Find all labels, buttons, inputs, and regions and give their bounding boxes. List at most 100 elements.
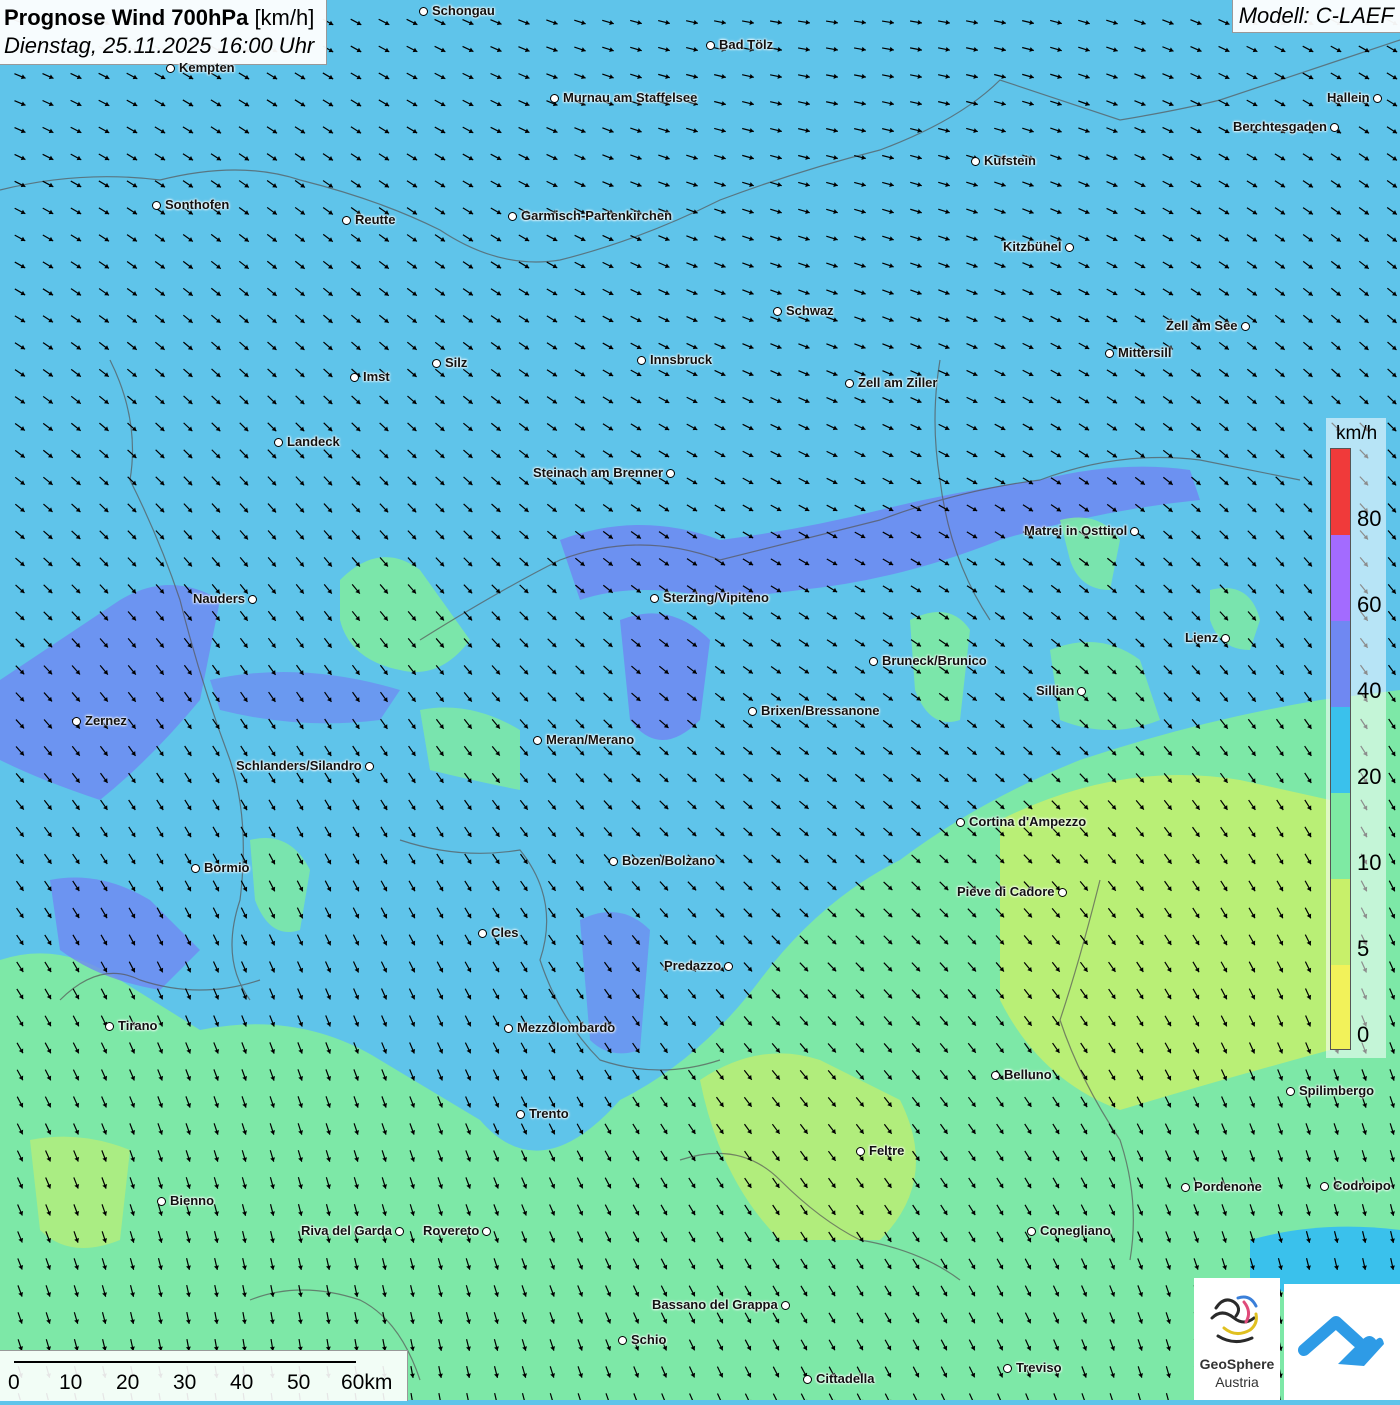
- model-label: Modell: C-LAEF: [1232, 0, 1400, 33]
- city-label-zernez: Zernez: [85, 713, 127, 728]
- legend-label-60: 60: [1357, 592, 1381, 618]
- title-unit: [km/h]: [254, 5, 314, 30]
- city-marker-zell-am-see: [1241, 322, 1250, 331]
- city-label-sterzing-vipiteno: Sterzing/Vipiteno: [663, 590, 769, 605]
- city-label-bad-t-lz: Bad Tölz: [719, 37, 773, 52]
- city-label-kitzb-hel: Kitzbühel: [1003, 239, 1062, 254]
- city-marker-mezzolombardo: [504, 1024, 513, 1033]
- mountain-cloud-icon: [1284, 1284, 1400, 1400]
- city-marker-garmisch-partenkirchen: [508, 212, 517, 221]
- city-marker-rovereto: [482, 1227, 491, 1236]
- city-label-brixen-bressanone: Brixen/Bressanone: [761, 703, 880, 718]
- title-main: Prognose Wind 700hPa: [4, 5, 248, 30]
- city-marker-sillian: [1077, 687, 1086, 696]
- city-label-bienno: Bienno: [170, 1193, 214, 1208]
- legend-band-40-60: [1331, 621, 1350, 707]
- city-label-schio: Schio: [631, 1332, 666, 1347]
- geosphere-austria-logo[interactable]: GeoSphere Austria: [1194, 1278, 1280, 1400]
- scale-label-10: 10: [59, 1371, 82, 1395]
- wind-speed-legend: km/h 80 60 40 20 10 5 0: [1326, 418, 1386, 1058]
- city-marker-conegliano: [1027, 1227, 1036, 1236]
- city-label-kempten: Kempten: [179, 60, 235, 75]
- city-label-hallein: Hallein: [1327, 90, 1370, 105]
- city-marker-pordenone: [1181, 1183, 1190, 1192]
- scale-bar: 0 10 20 30 40 50 60km: [0, 1350, 408, 1401]
- city-marker-imst: [350, 373, 359, 382]
- geosphere-country: Austria: [1194, 1374, 1280, 1390]
- map-title: Prognose Wind 700hPa [km/h] Dienstag, 25…: [0, 0, 327, 65]
- city-marker-steinach-am-brenner: [666, 469, 675, 478]
- city-label-mittersill: Mittersill: [1118, 345, 1171, 360]
- geosphere-emblem-icon: [1194, 1278, 1280, 1356]
- city-label-bassano-del-grappa: Bassano del Grappa: [652, 1297, 778, 1312]
- city-marker-trento: [516, 1110, 525, 1119]
- city-label-steinach-am-brenner: Steinach am Brenner: [533, 465, 663, 480]
- city-label-silz: Silz: [445, 355, 467, 370]
- city-marker-innsbruck: [637, 356, 646, 365]
- city-marker-cortina-d-ampezzo: [956, 818, 965, 827]
- scale-label-40: 40: [230, 1371, 253, 1395]
- city-label-bormio: Bormio: [204, 860, 250, 875]
- city-label-innsbruck: Innsbruck: [650, 352, 712, 367]
- legend-label-40: 40: [1357, 678, 1381, 704]
- city-marker-sterzing-vipiteno: [650, 594, 659, 603]
- scale-label-20: 20: [116, 1371, 139, 1395]
- city-label-rovereto: Rovereto: [423, 1223, 479, 1238]
- city-marker-cittadella: [803, 1375, 812, 1384]
- legend-label-80: 80: [1357, 506, 1381, 532]
- city-label-garmisch-partenkirchen: Garmisch-Partenkirchen: [521, 208, 672, 223]
- city-marker-feltre: [856, 1147, 865, 1156]
- legend-label-20: 20: [1357, 764, 1381, 790]
- city-label-trento: Trento: [529, 1106, 569, 1121]
- legend-label-5: 5: [1357, 936, 1369, 962]
- city-marker-zell-am-ziller: [845, 379, 854, 388]
- city-marker-sonthofen: [152, 201, 161, 210]
- city-label-predazzo: Predazzo: [664, 958, 721, 973]
- city-marker-schlanders-silandro: [365, 762, 374, 771]
- city-marker-silz: [432, 359, 441, 368]
- city-label-matrei-in-osttirol: Matrei in Osttirol: [1024, 523, 1127, 538]
- city-label-schongau: Schongau: [432, 3, 495, 18]
- city-label-cittadella: Cittadella: [816, 1371, 875, 1386]
- city-marker-lienz: [1221, 634, 1230, 643]
- city-label-bruneck-brunico: Bruneck/Brunico: [882, 653, 987, 668]
- city-marker-nauders: [248, 595, 257, 604]
- scale-label-30: 30: [173, 1371, 196, 1395]
- city-marker-mittersill: [1105, 349, 1114, 358]
- city-label-conegliano: Conegliano: [1040, 1223, 1111, 1238]
- city-marker-predazzo: [724, 962, 733, 971]
- legend-band-0-5: [1331, 965, 1350, 1049]
- city-label-nauders: Nauders: [193, 591, 245, 606]
- city-label-sonthofen: Sonthofen: [165, 197, 229, 212]
- city-label-tirano: Tirano: [118, 1018, 158, 1033]
- city-marker-treviso: [1003, 1364, 1012, 1373]
- city-marker-meran-merano: [533, 736, 542, 745]
- city-marker-zernez: [72, 717, 81, 726]
- city-label-pieve-di-cadore: Pieve di Cadore: [957, 884, 1055, 899]
- legend-band-5-10: [1331, 879, 1350, 965]
- city-marker-bozen-bolzano: [609, 857, 618, 866]
- city-label-mezzolombardo: Mezzolombardo: [517, 1020, 615, 1035]
- app-logo[interactable]: [1284, 1284, 1400, 1400]
- city-label-zell-am-see: Zell am See: [1166, 318, 1238, 333]
- city-marker-kempten: [166, 64, 175, 73]
- city-label-codroipo: Codroipo: [1333, 1178, 1391, 1193]
- city-marker-bruneck-brunico: [869, 657, 878, 666]
- city-marker-matrei-in-osttirol: [1130, 527, 1139, 536]
- city-label-meran-merano: Meran/Merano: [546, 732, 634, 747]
- city-marker-hallein: [1373, 94, 1382, 103]
- city-marker-schwaz: [773, 307, 782, 316]
- city-marker-kitzb-hel: [1065, 243, 1074, 252]
- city-label-schwaz: Schwaz: [786, 303, 834, 318]
- city-label-reutte: Reutte: [355, 212, 395, 227]
- scale-label-0: 0: [8, 1371, 20, 1395]
- city-label-imst: Imst: [363, 369, 390, 384]
- city-label-lienz: Lienz: [1185, 630, 1218, 645]
- city-marker-bienno: [157, 1197, 166, 1206]
- city-label-pordenone: Pordenone: [1194, 1179, 1262, 1194]
- legend-band-20-40: [1331, 707, 1350, 793]
- city-label-schlanders-silandro: Schlanders/Silandro: [236, 758, 362, 773]
- city-marker-berchtesgaden: [1330, 123, 1339, 132]
- legend-band-60-80: [1331, 535, 1350, 621]
- city-marker-bad-t-lz: [706, 41, 715, 50]
